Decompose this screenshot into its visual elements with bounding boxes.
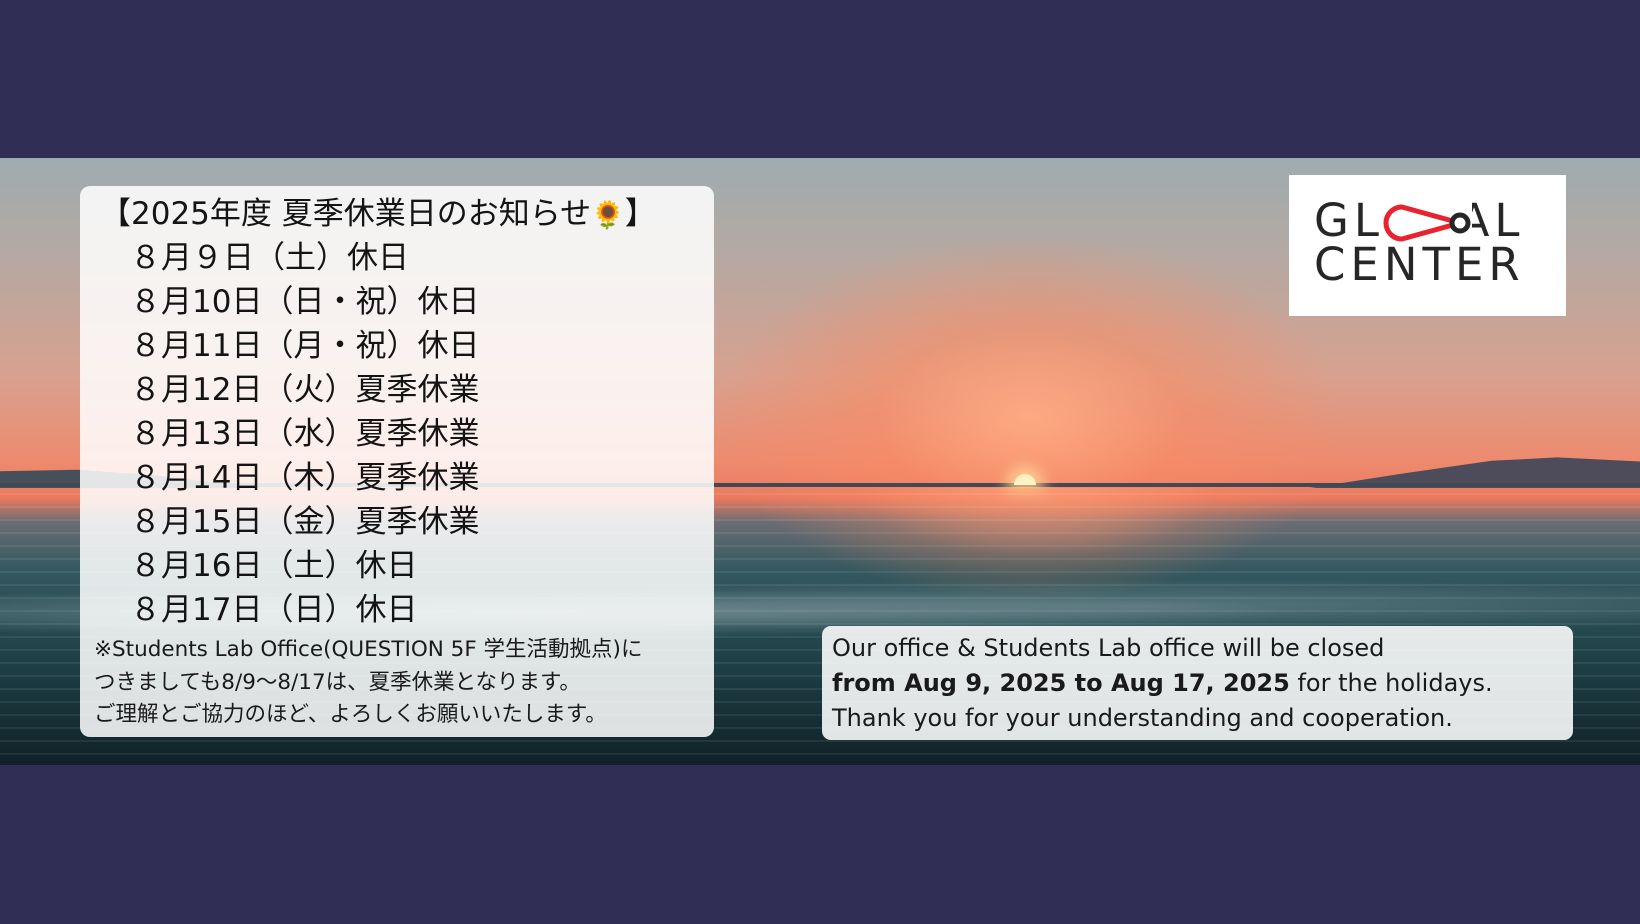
note-line-1: ※Students Lab Office(QUESTION 5F 学生活動拠点)… [94,637,643,662]
holiday-date-item: ８月17日（日）休日 [130,592,418,628]
holiday-date-item: ８月12日（火）夏季休業 [130,372,480,408]
holiday-date-item: ８月９日（土）休日 [130,240,409,276]
note-line-2: つきましても8/9〜8/17は、夏季休業となります。 [94,669,581,695]
logo-line-2: CENTER [1314,238,1525,291]
sunflower-icon: 🌻 [591,200,625,231]
students-lab-note: ※Students Lab Office(QUESTION 5F 学生活動拠点)… [94,634,709,732]
holiday-date-item: ８月10日（日・祝）休日 [130,284,480,320]
holiday-date-item: ８月16日（土）休日 [130,548,418,584]
notice-title: 【2025年度 夏季休業日のお知らせ🌻】 [100,194,656,236]
holiday-date-list: ８月９日（土）休日 ８月10日（日・祝）休日 ８月11日（月・祝）休日 ８月12… [130,236,479,632]
closure-dates-bold: from Aug 9, 2025 to Aug 17, 2025 [832,669,1290,697]
logo-mark-icon [1380,201,1472,245]
holiday-date-item: ８月15日（金）夏季休業 [130,504,480,540]
english-notice-line-3: Thank you for your understanding and coo… [832,704,1453,732]
holiday-date-item: ８月13日（水）夏季休業 [130,416,480,452]
note-line-3: ご理解とご協力のほど、よろしくお願いいたします。 [94,702,607,727]
english-notice-line-2: from Aug 9, 2025 to Aug 17, 2025 for the… [832,666,1493,700]
closure-reason: for the holidays. [1289,669,1493,697]
notice-title-close: 】 [624,196,656,232]
japanese-notice-panel: 【2025年度 夏季休業日のお知らせ🌻】 ８月９日（土）休日 ８月10日（日・祝… [80,186,714,737]
english-notice-line-1: Our office & Students Lab office will be… [832,634,1385,662]
notice-title-open: 【2025年度 夏季休業日のお知らせ [100,196,592,232]
holiday-date-item: ８月11日（月・祝）休日 [130,328,480,364]
english-notice-panel: Our office & Students Lab office will be… [822,626,1573,740]
global-center-logo: GLOBAL CENTER [1289,175,1566,316]
holiday-date-item: ８月14日（木）夏季休業 [130,460,480,496]
